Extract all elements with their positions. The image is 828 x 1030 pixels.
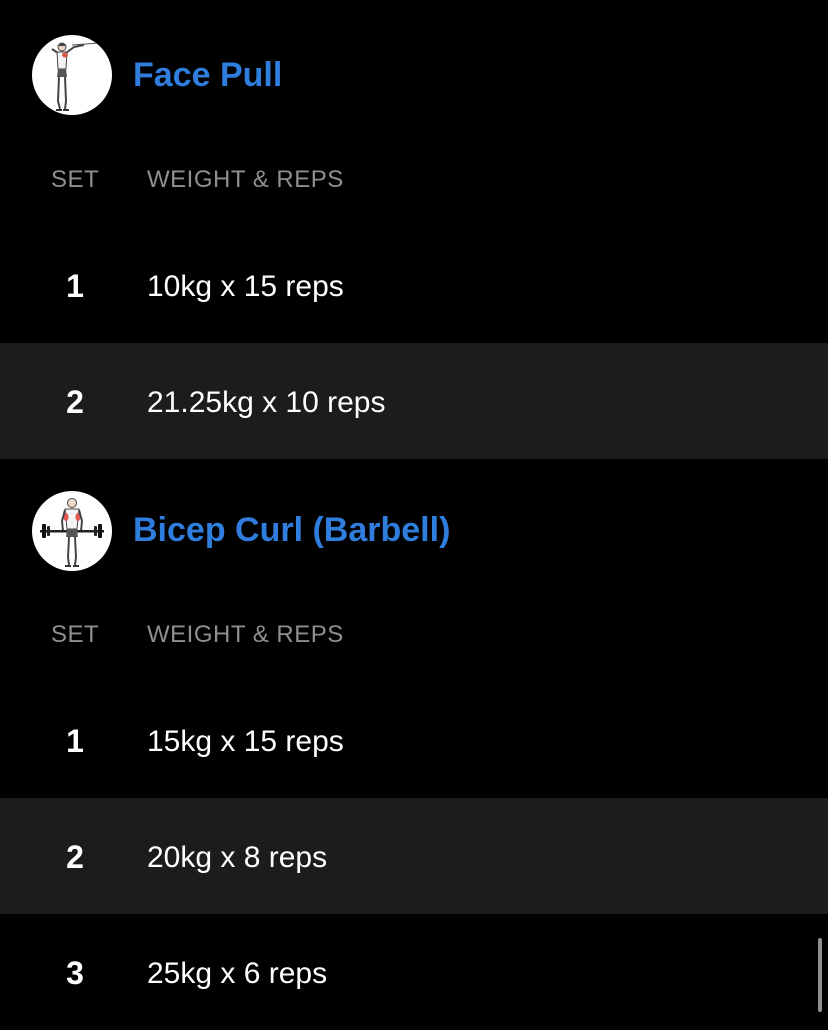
set-row: 2 20kg x 8 reps [0, 798, 828, 914]
set-weight-reps: 15kg x 15 reps [147, 725, 344, 758]
set-row: 1 15kg x 15 reps [0, 685, 828, 798]
exercise-card-face-pull: Face Pull SET WEIGHT & REPS 1 10kg x 15 … [0, 0, 828, 459]
set-weight-reps: 25kg x 6 reps [147, 957, 328, 990]
exercise-title[interactable]: Bicep Curl (Barbell) [133, 510, 450, 550]
set-weight-reps: 10kg x 15 reps [147, 270, 344, 303]
set-column-label: SET [51, 166, 100, 193]
weight-reps-column-label: WEIGHT & REPS [147, 621, 344, 648]
exercise-title[interactable]: Face Pull [133, 55, 282, 95]
set-column-label: SET [51, 621, 100, 648]
exercise-card-bicep-curl: Bicep Curl (Barbell) SET WEIGHT & REPS 1… [0, 459, 828, 1030]
set-weight-reps: 21.25kg x 10 reps [147, 386, 386, 419]
set-row: 3 25kg x 6 reps [0, 914, 828, 1030]
face-pull-exercise-icon[interactable] [32, 35, 112, 115]
sets-column-header: SET WEIGHT & REPS [0, 605, 828, 685]
bicep-curl-exercise-icon[interactable] [32, 491, 112, 571]
set-number: 3 [66, 955, 84, 991]
weight-reps-column-label: WEIGHT & REPS [147, 166, 344, 193]
exercise-header: Face Pull [0, 0, 828, 150]
set-number: 2 [66, 384, 84, 420]
set-row: 1 10kg x 15 reps [0, 230, 828, 343]
set-row: 2 21.25kg x 10 reps [0, 343, 828, 459]
exercise-header: Bicep Curl (Barbell) [0, 459, 828, 605]
set-number: 2 [66, 839, 84, 875]
set-number: 1 [66, 268, 84, 304]
set-number: 1 [66, 723, 84, 759]
vertical-scrollbar[interactable] [818, 938, 822, 1012]
sets-column-header: SET WEIGHT & REPS [0, 150, 828, 230]
set-weight-reps: 20kg x 8 reps [147, 841, 328, 874]
